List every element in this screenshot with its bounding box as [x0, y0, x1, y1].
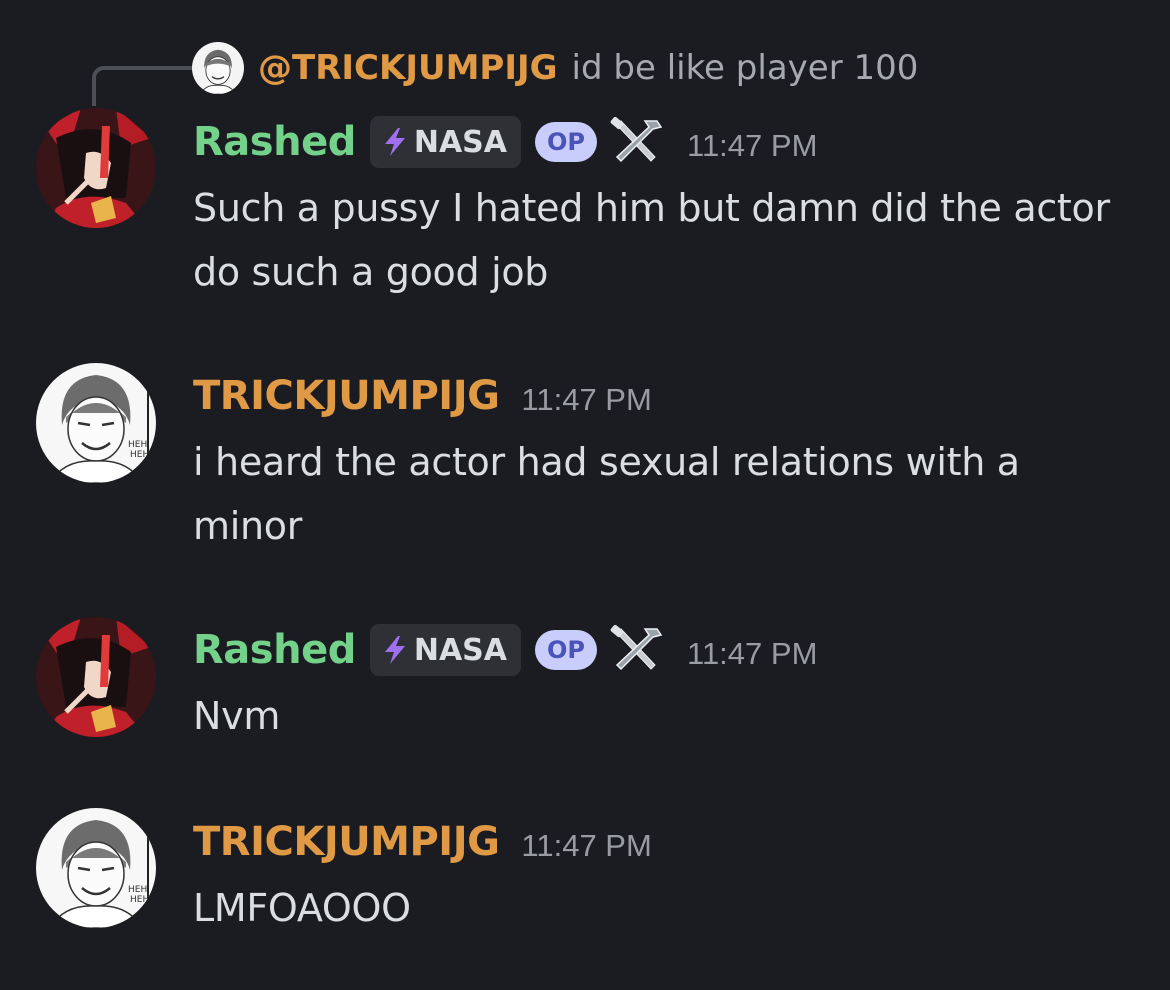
- server-tag-label: NASA: [413, 632, 507, 668]
- message-content: i heard the actor had sexual relations w…: [193, 440, 1020, 548]
- avatar[interactable]: [36, 108, 156, 228]
- timestamp: 11:47 PM: [687, 128, 818, 163]
- timestamp: 11:47 PM: [521, 828, 652, 863]
- tools-icon: [607, 625, 665, 675]
- svg-text:HEH: HEH: [128, 885, 147, 895]
- reply-reference[interactable]: @TRICKJUMPIJG id be like player 100: [192, 38, 918, 98]
- timestamp: 11:47 PM: [687, 636, 818, 671]
- message-header: TRICKJUMPIJG 11:47 PM: [193, 366, 652, 426]
- lightning-icon: [380, 126, 410, 158]
- server-tag-badge[interactable]: NASA: [369, 624, 521, 676]
- message-header: Rashed NASA OP 11:47 PM: [193, 112, 817, 172]
- svg-text:HEH: HEH: [128, 440, 147, 450]
- server-tag-badge[interactable]: NASA: [369, 116, 521, 168]
- avatar[interactable]: HEH HEH.: [36, 363, 156, 483]
- message-content: Such a pussy I hated him but damn did th…: [193, 186, 1110, 294]
- message-header: Rashed NASA OP 11:47 PM: [193, 620, 817, 680]
- message-content: Nvm: [193, 694, 281, 738]
- username[interactable]: TRICKJUMPIJG: [193, 373, 500, 419]
- reply-text[interactable]: id be like player 100: [572, 48, 919, 88]
- message-header: TRICKJUMPIJG 11:47 PM: [193, 812, 652, 872]
- reply-avatar[interactable]: [192, 42, 244, 94]
- message-content: LMFOAOOO: [193, 886, 411, 930]
- lightning-icon: [380, 634, 410, 666]
- tools-icon: [607, 117, 665, 167]
- avatar[interactable]: HEH HEH.: [36, 808, 156, 928]
- server-tag-label: NASA: [413, 124, 507, 160]
- username[interactable]: TRICKJUMPIJG: [193, 819, 500, 865]
- op-badge: OP: [535, 630, 597, 670]
- reply-author[interactable]: @TRICKJUMPIJG: [258, 48, 558, 88]
- reply-connector: [92, 66, 200, 106]
- timestamp: 11:47 PM: [521, 382, 652, 417]
- avatar[interactable]: [36, 617, 156, 737]
- username[interactable]: Rashed: [193, 119, 356, 165]
- op-badge: OP: [535, 122, 597, 162]
- username[interactable]: Rashed: [193, 627, 356, 673]
